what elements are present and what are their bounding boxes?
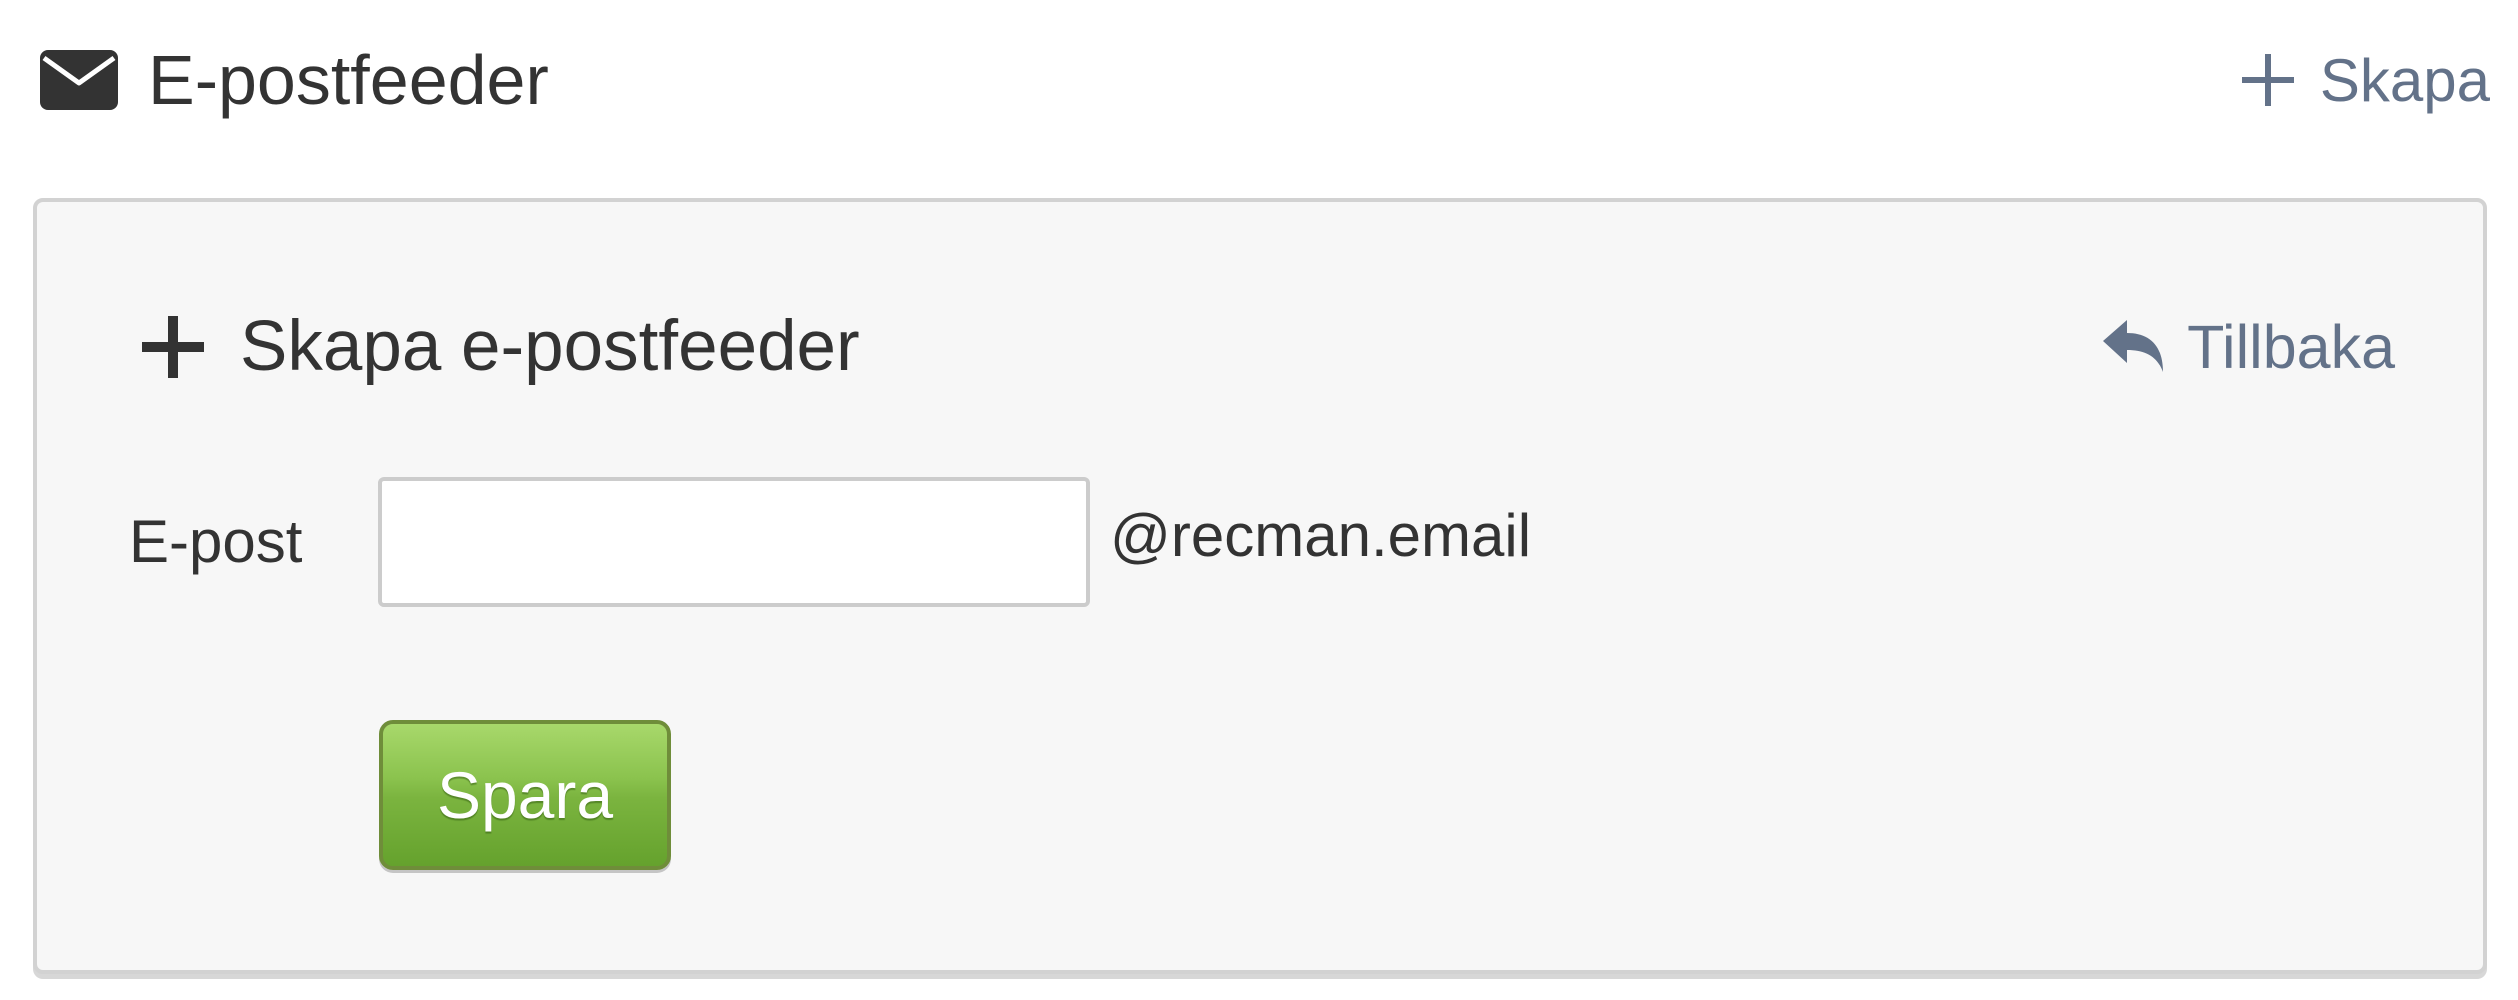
save-button[interactable]: Spara (379, 720, 671, 870)
back-button-label: Tillbaka (2187, 313, 2395, 381)
envelope-icon (40, 50, 118, 110)
plus-icon (142, 316, 204, 378)
email-input[interactable] (378, 477, 1090, 607)
create-email-feeder-panel: Skapa e-postfeeder Tillbaka E-post @recm… (33, 198, 2487, 974)
back-button[interactable]: Tillbaka (2103, 302, 2395, 392)
email-domain-suffix: @recman.email (1110, 502, 1532, 569)
page-title-group: E-postfeeder (40, 30, 549, 130)
create-button[interactable]: Skapa (2241, 30, 2490, 130)
email-label: E-post (129, 508, 303, 575)
page-title: E-postfeeder (148, 41, 549, 119)
panel-title: Skapa e-postfeeder (240, 307, 860, 386)
reply-arrow-icon (2103, 320, 2164, 372)
page-header: E-postfeeder Skapa (40, 30, 2490, 130)
plus-icon (2241, 54, 2294, 106)
create-button-label: Skapa (2319, 46, 2490, 114)
panel-title-group: Skapa e-postfeeder (142, 297, 860, 397)
